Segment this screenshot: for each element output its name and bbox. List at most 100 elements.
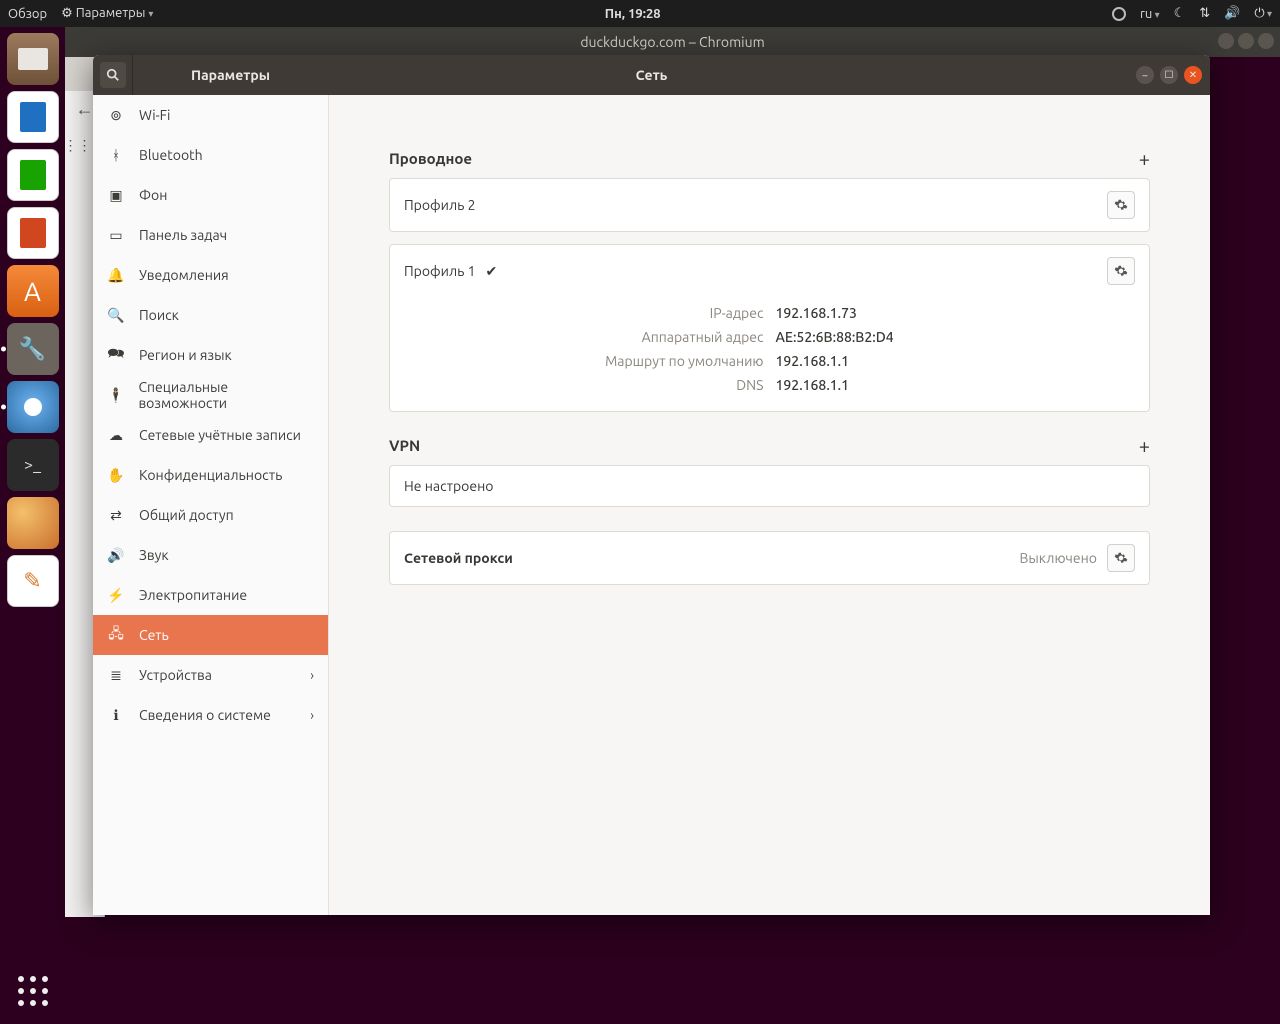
- launcher-weather[interactable]: [7, 497, 59, 549]
- launcher-settings[interactable]: 🔧: [7, 323, 59, 375]
- sidebar-item-bluetooth[interactable]: ᚼBluetooth: [93, 135, 328, 175]
- app-menu[interactable]: ⚙ Параметры: [61, 6, 153, 21]
- chromium-title-label: duckduckgo.com – Chromium: [580, 34, 764, 50]
- vpn-card: Не настроено: [389, 465, 1150, 507]
- profile-settings-button[interactable]: [1107, 257, 1135, 285]
- sidebar-item-network[interactable]: 🖧Сеть: [93, 615, 328, 655]
- volume-tray-icon[interactable]: 🔊: [1224, 6, 1240, 21]
- sidebar-item-sound[interactable]: 🔊 Звук: [93, 535, 328, 575]
- launcher-calc[interactable]: [7, 149, 59, 201]
- profile-details: IP-адрес192.168.1.73 Аппаратный адресAE:…: [390, 297, 1149, 411]
- clock-label[interactable]: Пн, 19:28: [605, 7, 661, 21]
- profile-settings-button[interactable]: [1107, 191, 1135, 219]
- detail-label: Аппаратный адрес: [404, 329, 776, 345]
- search-button[interactable]: [93, 55, 133, 95]
- proxy-title-label: Сетевой прокси: [404, 550, 513, 566]
- settings-gear-icon: ⚙: [61, 6, 73, 20]
- maximize-icon[interactable]: ☐: [1160, 66, 1178, 84]
- sound-icon: 🔊: [107, 547, 125, 564]
- sidebar-item-label: Электропитание: [139, 587, 247, 603]
- launcher-impress[interactable]: [7, 207, 59, 259]
- sidebar-item-about[interactable]: ℹСведения о системе›: [93, 695, 328, 735]
- chevron-right-icon: ›: [310, 667, 314, 683]
- settings-content: Проводное + Профиль 2 Профиль 1 ✔: [329, 95, 1210, 915]
- show-applications-icon[interactable]: [18, 976, 48, 1012]
- status-indicator-icon[interactable]: [1112, 7, 1126, 21]
- launcher-files[interactable]: [7, 33, 59, 85]
- network-tray-icon[interactable]: ⇅: [1199, 6, 1210, 21]
- settings-headerbar: Параметры Сеть – ☐ ✕: [93, 55, 1210, 95]
- launcher-software[interactable]: A: [7, 265, 59, 317]
- maximize-icon[interactable]: [1238, 33, 1254, 49]
- devices-icon: ≣: [107, 667, 125, 684]
- minimize-icon[interactable]: –: [1136, 66, 1154, 84]
- sidebar-item-label: Устройства: [139, 667, 212, 683]
- vpn-empty-label: Не настроено: [404, 478, 493, 494]
- sidebar-item-accessibility[interactable]: 🕴Специальные возможности: [93, 375, 328, 415]
- sidebar-item-label: Специальные возможности: [138, 379, 314, 411]
- profile-name-label: Профиль 1: [404, 263, 476, 279]
- sidebar-item-label: Фон: [139, 187, 167, 203]
- settings-page-title: Сеть: [636, 67, 668, 83]
- wired-section-header: Проводное +: [389, 147, 1150, 170]
- search-icon: [100, 62, 126, 88]
- activities-button[interactable]: Обзор: [8, 7, 47, 21]
- sidebar-item-label: Звук: [139, 547, 169, 563]
- sidebar-item-privacy[interactable]: ✋Конфиденциальность: [93, 455, 328, 495]
- close-icon[interactable]: [1258, 33, 1274, 49]
- sidebar-item-dock[interactable]: ▭Панель задач: [93, 215, 328, 255]
- background-icon: ▣: [107, 187, 125, 204]
- launcher-text-editor[interactable]: ✎: [7, 555, 59, 607]
- sidebar-item-sharing[interactable]: ⇄Общий доступ: [93, 495, 328, 535]
- wired-heading-label: Проводное: [389, 150, 472, 167]
- minimize-icon[interactable]: [1218, 33, 1234, 49]
- settings-sidebar: ⊚Wi-Fi ᚼBluetooth ▣ Фон ▭Панель задач 🔔 Ув…: [93, 95, 329, 915]
- ubuntu-launcher: A 🔧 >_ ✎: [0, 27, 65, 1024]
- gear-icon: [1114, 198, 1128, 212]
- detail-value: 192.168.1.1: [776, 353, 1136, 369]
- proxy-row[interactable]: Сетевой прокси Выключено: [390, 532, 1149, 584]
- sidebar-item-region[interactable]: 🗪Регион и язык: [93, 335, 328, 375]
- input-language[interactable]: ru: [1140, 7, 1160, 21]
- add-wired-button[interactable]: +: [1139, 147, 1150, 170]
- power-tray-icon[interactable]: ⏻: [1254, 6, 1272, 21]
- proxy-settings-button[interactable]: [1107, 544, 1135, 572]
- night-icon[interactable]: ☾: [1174, 6, 1186, 21]
- sidebar-item-background[interactable]: ▣ Фон: [93, 175, 328, 215]
- sharing-icon: ⇄: [107, 507, 125, 524]
- sidebar-item-online-accounts[interactable]: ☁Сетевые учётные записи: [93, 415, 328, 455]
- sidebar-item-label: Уведомления: [139, 267, 229, 283]
- detail-label: IP-адрес: [404, 305, 776, 321]
- launcher-terminal[interactable]: >_: [7, 439, 59, 491]
- sidebar-item-search[interactable]: 🔍 Поиск: [93, 295, 328, 335]
- region-icon: 🗪: [107, 343, 125, 367]
- launcher-chromium[interactable]: [7, 381, 59, 433]
- check-icon: ✔: [486, 263, 498, 280]
- wired-profile-row[interactable]: Профиль 2: [390, 179, 1149, 231]
- sidebar-item-power[interactable]: ⚡ Электропитание: [93, 575, 328, 615]
- detail-value: 192.168.1.73: [776, 305, 1136, 321]
- privacy-icon: ✋: [107, 467, 125, 484]
- sidebar-item-devices[interactable]: ≣ Устройства ›: [93, 655, 328, 695]
- wired-profile-row[interactable]: Профиль 1 ✔: [390, 245, 1149, 297]
- gnome-top-bar: Обзор ⚙ Параметры Пн, 19:28 ru ☾ ⇅ 🔊 ⏻: [0, 0, 1280, 27]
- gear-icon: [1114, 264, 1128, 278]
- sidebar-item-notifications[interactable]: 🔔 Уведомления: [93, 255, 328, 295]
- detail-label: DNS: [404, 377, 776, 393]
- vpn-section-header: VPN +: [389, 434, 1150, 457]
- app-menu-label: Параметры: [76, 6, 146, 20]
- sidebar-item-label: Поиск: [139, 307, 179, 323]
- search-icon: 🔍: [107, 307, 125, 324]
- wifi-icon: ⊚: [107, 107, 125, 124]
- sidebar-item-wifi[interactable]: ⊚Wi-Fi: [93, 95, 328, 135]
- settings-app-title: Параметры: [133, 67, 270, 83]
- detail-label: Маршрут по умолчанию: [404, 353, 776, 369]
- power-icon: ⚡: [107, 587, 125, 604]
- panel-icon: ▭: [107, 227, 125, 244]
- close-icon[interactable]: ✕: [1184, 66, 1202, 84]
- bell-icon: 🔔: [107, 267, 125, 284]
- detail-value: AE:52:6B:88:B2:D4: [776, 329, 1136, 345]
- sidebar-item-label: Bluetooth: [139, 147, 203, 163]
- launcher-writer[interactable]: [7, 91, 59, 143]
- add-vpn-button[interactable]: +: [1139, 434, 1150, 457]
